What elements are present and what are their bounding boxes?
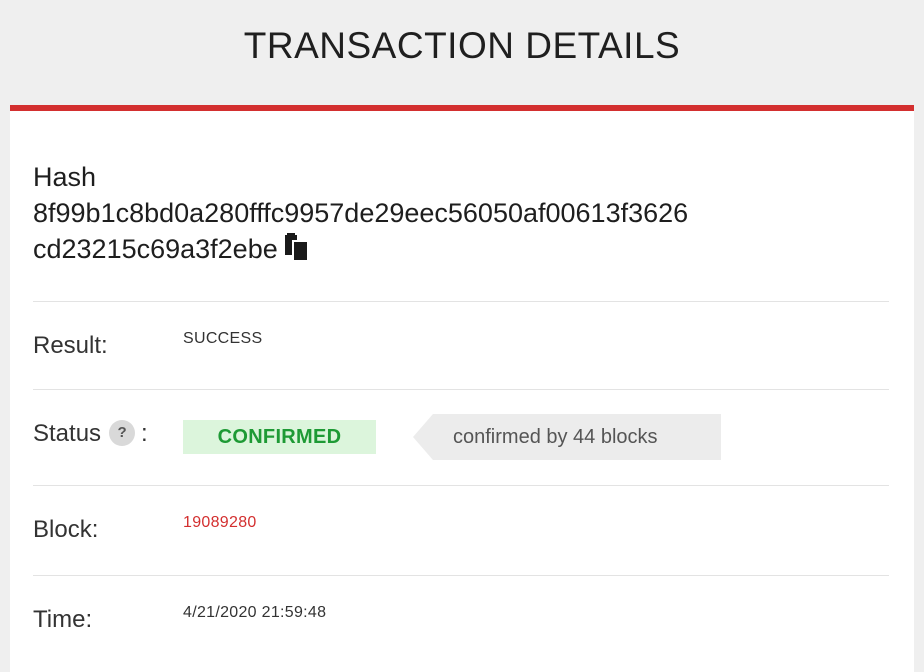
result-row: Result: SUCCESS (33, 301, 889, 389)
page-title: TRANSACTION DETAILS (243, 24, 681, 66)
block-link[interactable]: 19089280 (183, 514, 257, 532)
page-header: TRANSACTION DETAILS (0, 0, 924, 105)
status-label-wrap: Status?: (33, 420, 148, 448)
result-value: SUCCESS (183, 330, 263, 347)
time-value: 4/21/2020 21:59:48 (183, 604, 327, 621)
status-colon: : (141, 420, 148, 447)
block-label: Block: (33, 516, 99, 543)
result-label: Result: (33, 332, 108, 359)
hash-label: Hash (33, 162, 97, 192)
transaction-details-page: TRANSACTION DETAILS Hash 8f99b1c8bd0a280… (0, 0, 924, 672)
status-badge: CONFIRMED (183, 420, 376, 454)
status-row: Status?: CONFIRMED confirmed by 44 block… (33, 389, 889, 485)
confirmations-tooltip: confirmed by 44 blocks (413, 414, 721, 460)
transaction-card: Hash 8f99b1c8bd0a280fffc9957de29eec56050… (10, 105, 914, 672)
hash-value-line2-wrap: cd23215c69a3f2ebe (33, 231, 893, 267)
block-row: Block: 19089280 (33, 485, 889, 575)
hash-value-line1[interactable]: 8f99b1c8bd0a280fffc9957de29eec56050af006… (33, 195, 893, 231)
hash-section: Hash 8f99b1c8bd0a280fffc9957de29eec56050… (33, 159, 893, 267)
time-label: Time: (33, 606, 93, 633)
status-label: Status (33, 420, 102, 447)
time-row: Time: 4/21/2020 21:59:48 (33, 575, 889, 671)
hash-value-line2[interactable]: cd23215c69a3f2ebe (33, 234, 278, 264)
help-icon[interactable]: ? (109, 420, 136, 447)
copy-icon[interactable] (284, 232, 310, 263)
